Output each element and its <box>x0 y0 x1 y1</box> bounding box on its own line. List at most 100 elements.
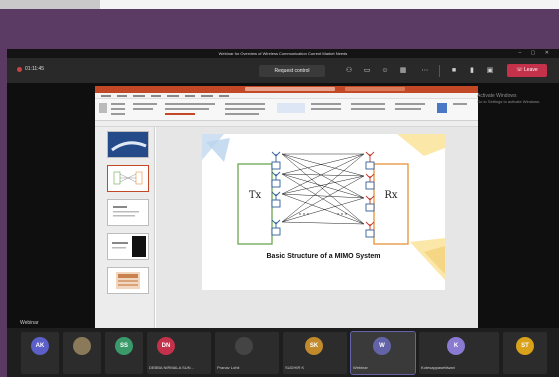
paragraph-controls[interactable] <box>225 103 265 105</box>
participant-tile[interactable] <box>63 332 101 374</box>
paragraph-controls[interactable] <box>225 108 265 110</box>
ppt-tab[interactable] <box>185 95 195 97</box>
rooms-icon[interactable]: ▦ <box>399 67 407 75</box>
ribbon-control[interactable] <box>133 108 153 110</box>
ppt-tab[interactable] <box>101 95 111 97</box>
camera-icon[interactable]: ■ <box>450 67 458 75</box>
participant-tile[interactable]: SK SUDHIR K <box>283 332 347 374</box>
slide-number: · <box>99 235 100 239</box>
participant-gallery: AK SS DN DEBBA NIRMALA SUN... Pranav Loh… <box>7 328 559 377</box>
tx-label: Tx <box>248 190 262 201</box>
reactions-icon[interactable]: ☺ <box>381 67 389 75</box>
slide-thumbnail[interactable] <box>107 267 149 294</box>
paste-button[interactable] <box>99 103 107 113</box>
avatar-photo <box>73 337 91 355</box>
slide-thumbnail[interactable] <box>107 131 149 158</box>
ribbon-control[interactable] <box>111 103 125 105</box>
share-icon[interactable]: ▣ <box>486 67 494 75</box>
dictate-button[interactable] <box>437 103 447 113</box>
slide-thumbnail-active[interactable] <box>107 165 149 192</box>
thumbnail-graphic <box>112 236 146 257</box>
avatar: AK <box>31 337 49 355</box>
leave-button[interactable]: ☏ Leave <box>507 64 547 77</box>
ppt-tab[interactable] <box>167 95 179 97</box>
shapes-gallery[interactable] <box>277 103 305 113</box>
avatar: DN <box>157 337 175 355</box>
people-icon[interactable]: ⚇ <box>345 67 353 75</box>
thumbnail-graphic <box>108 132 148 157</box>
ppt-tab[interactable] <box>219 95 229 97</box>
font-color-controls[interactable] <box>165 113 195 115</box>
font-format-controls[interactable] <box>165 108 209 110</box>
participant-tile[interactable]: SS <box>105 332 143 374</box>
window-title-bar: Webinar for Overview of Wireless Communi… <box>7 49 559 58</box>
current-slide[interactable]: Tx Rx Basic Structure of a MIMO System <box>202 134 445 290</box>
quick-styles[interactable] <box>351 103 385 105</box>
rx-antennas <box>365 151 375 238</box>
avatar-photo <box>235 337 253 355</box>
slide-caption: Basic Structure of a MIMO System <box>266 253 381 260</box>
avatar: ST <box>516 337 534 355</box>
quick-styles[interactable] <box>351 108 385 110</box>
thumbnail-graphic <box>116 272 140 289</box>
ppt-title-bar <box>95 86 478 93</box>
slide-thumbnails-pane: · · · · · <box>95 127 155 330</box>
slide-thumbnail[interactable] <box>107 233 149 260</box>
participant-name: SUDHIR K <box>285 365 305 370</box>
arrange-controls[interactable] <box>311 108 341 110</box>
ribbon-control[interactable] <box>111 108 125 110</box>
designer-button[interactable] <box>453 103 467 105</box>
participant-tile[interactable]: DN DEBBA NIRMALA SUN... <box>147 332 211 374</box>
slide-number: · <box>99 133 100 137</box>
ppt-tab[interactable] <box>151 95 161 97</box>
participant-tile[interactable]: AK <box>21 332 59 374</box>
editing-controls[interactable] <box>395 108 421 110</box>
participant-tile[interactable]: Pranav Lohit <box>215 332 279 374</box>
avatar: K <box>447 337 465 355</box>
ribbon-control[interactable] <box>111 113 125 115</box>
thumbnail-graphic <box>113 206 139 217</box>
ppt-ribbon <box>95 99 478 121</box>
ribbon-control[interactable] <box>133 103 157 105</box>
slide-number: · <box>99 167 100 171</box>
participant-tile[interactable]: ST <box>503 332 547 374</box>
more-options-icon[interactable]: ⋯ <box>421 67 429 75</box>
avatar: SS <box>115 337 133 355</box>
arrange-controls[interactable] <box>311 103 341 105</box>
slide-number: · <box>99 201 100 205</box>
font-box[interactable] <box>165 103 215 105</box>
mic-icon[interactable]: ▮ <box>468 67 476 75</box>
slide-editor-area: Tx Rx Basic Structure of a MIMO System <box>156 127 478 330</box>
participant-name: Webinar <box>353 365 368 370</box>
recording-time: 01:11:45 <box>25 66 45 72</box>
slide-number: · <box>99 269 100 273</box>
ppt-document-title <box>245 87 335 91</box>
participant-name: Kotesappasettiwari <box>421 365 455 370</box>
request-control-button[interactable]: Request control <box>259 65 325 77</box>
ppt-search-box[interactable] <box>345 87 405 91</box>
participant-name: Pranav Lohit <box>217 365 240 370</box>
tx-antennas <box>271 151 281 236</box>
browser-tab[interactable] <box>0 0 100 9</box>
toolbar-divider <box>439 65 440 77</box>
thumbnail-graphic <box>113 171 143 185</box>
editing-controls[interactable] <box>395 103 425 105</box>
mimo-diagram <box>202 134 445 280</box>
channel-paths <box>281 153 365 225</box>
meeting-toolbar: 01:11:45 Request control ⚇ ▭ ☺ ▦ ⋯ ■ ▮ ▣… <box>7 58 559 83</box>
screen-share-area: · · · · · Tx Rx Basic Structure of a MIM… <box>7 83 559 353</box>
window-title: Webinar for Overview of Wireless Communi… <box>218 51 348 56</box>
participant-tile-presenter[interactable]: W Webinar <box>350 331 416 375</box>
avatar: SK <box>305 337 323 355</box>
ppt-tab[interactable] <box>117 95 127 97</box>
participant-tile[interactable]: K Kotesappasettiwari <box>419 332 499 374</box>
paragraph-controls[interactable] <box>225 113 259 115</box>
ppt-tab[interactable] <box>133 95 145 97</box>
channel-dots <box>299 213 347 215</box>
window-controls[interactable]: – ▢ ✕ <box>519 49 553 58</box>
slide-thumbnail[interactable] <box>107 199 149 226</box>
chat-icon[interactable]: ▭ <box>363 67 371 75</box>
activate-windows-watermark: Activate Windows Go to Settings to activ… <box>477 93 540 105</box>
ppt-tab[interactable] <box>201 95 213 97</box>
recording-timer: 01:11:45 <box>17 66 44 72</box>
